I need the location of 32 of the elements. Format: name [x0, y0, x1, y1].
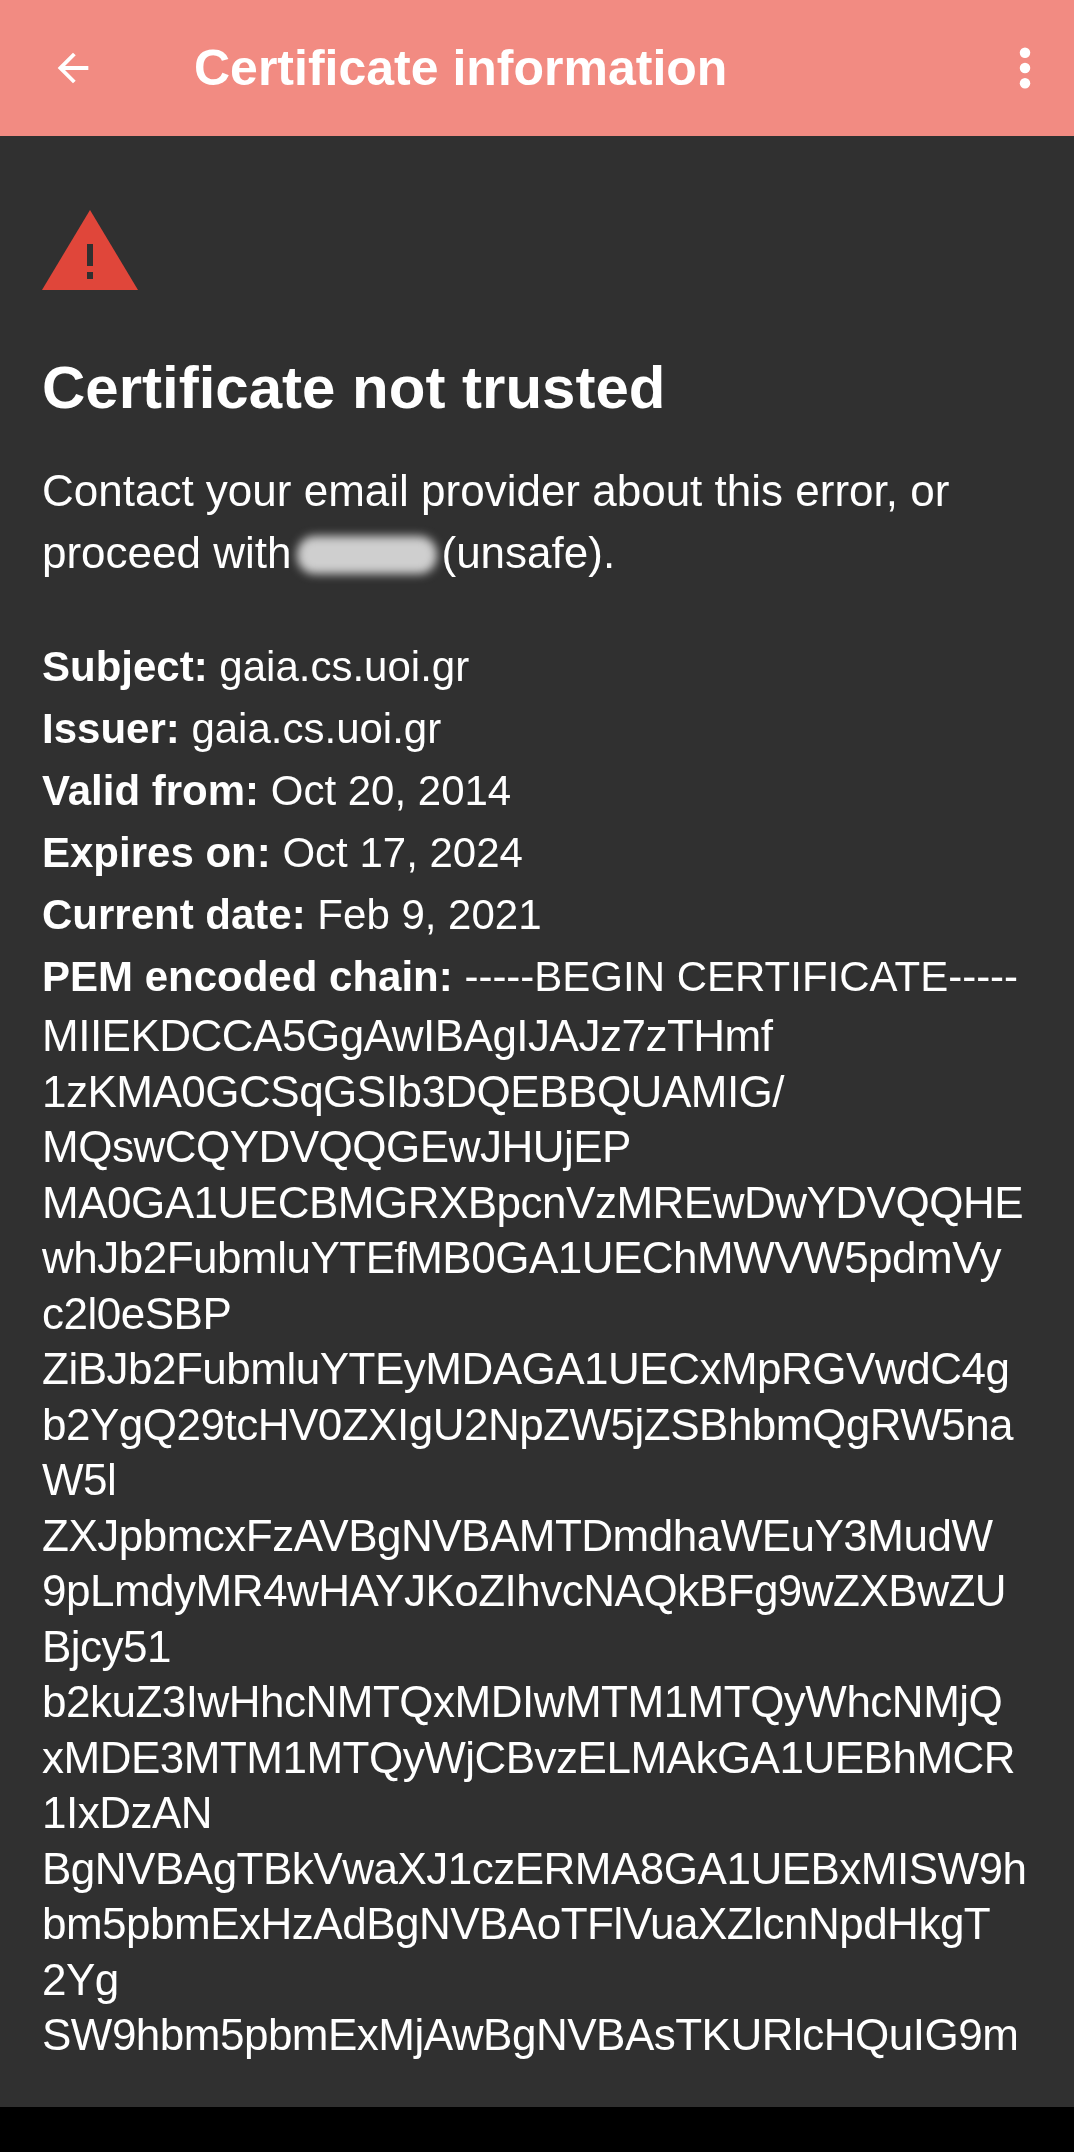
certificate-detail: Expires on: Oct 17, 2024 — [42, 828, 524, 878]
pem-line: SW9hbm5pbmExMjAwBgNVBAsTKURlcHQuIG9m — [42, 2009, 1020, 2061]
pem-line: ZiBJb2FubmluYTEyMDAGA1UECxMpRGVwdC4g — [42, 1343, 1011, 1395]
pem-line: BgNVBAgTBkVwaXJ1czERMA8GA1UEBxMISW9h — [42, 1842, 1028, 1895]
pem-line: 2Yg — [42, 1953, 120, 2006]
certificate-detail: Valid from: Oct 20, 2014 — [42, 766, 513, 816]
more-options-icon[interactable] — [1018, 47, 1032, 89]
pem-line: MA0GA1UECBMGRXBpcnVzMREwDwYDVQQHE — [42, 1176, 1025, 1229]
warning-heading: Certificate not trusted — [42, 353, 667, 423]
certificate-detail: Issuer: gaia.cs.uoi.gr — [42, 704, 443, 754]
pem-line: xMDE3MTM1MTQyWjCBvzELMAkGA1UEBhMCR — [42, 1731, 1017, 1784]
warning-icon — [42, 210, 138, 290]
pem-line: Bjcy51 — [42, 1620, 173, 1673]
pem-line: 1IxDzAN — [42, 1787, 214, 1839]
warning-message: proceed with — [42, 528, 292, 577]
pem-line: b2YgQ29tcHV0ZXIgU2NpZW5jZSBhbmQgRW5na — [42, 1398, 1015, 1451]
pem-line: ZXJpbmcxFzAVBgNVBAMTDmdhaWEuY3MudW — [42, 1509, 994, 1562]
pem-line: whJb2FubmluYTEfMB0GA1UEChMWVW5pdmVy — [42, 1232, 1003, 1284]
pem-line: W5l — [42, 1454, 118, 1506]
pem-line: bm5pbmExHzAdBgNVBAoTFlVuaXZlcnNpdHkgT — [42, 1898, 992, 1950]
pem-line: 1zKMA0GCSqGSIb3DQEBBQUAMIG/ — [42, 1065, 786, 1118]
pem-line: MQswCQYDVQQGEwJHUjEP — [42, 1121, 632, 1173]
pem-line: b2kuZ3IwHhcNMTQxMDIwMTM1MTQyWhcNMjQ — [42, 1676, 1004, 1728]
warning-message: Contact your email provider about this error, or — [42, 465, 951, 517]
warning-message: (unsafe). — [441, 528, 616, 577]
pem-line: 9pLmdyMR4wHAYJKoZIhvcNAQkBFg9wZXBwZU — [42, 1565, 1008, 1617]
certificate-detail: Current date: Feb 9, 2021 — [42, 890, 543, 940]
pem-line: MIIEKDCCA5GgAwIBAgIJAJz7zTHmf — [42, 1010, 774, 1062]
screen-title: Certificate information — [194, 39, 729, 97]
pem-line: c2l0eSBP — [42, 1287, 233, 1340]
certificate-detail: Subject: gaia.cs.uoi.gr — [42, 642, 471, 692]
certificate-detail: PEM encoded chain: -----BEGIN CERTIFICATE----- — [42, 952, 1020, 1002]
